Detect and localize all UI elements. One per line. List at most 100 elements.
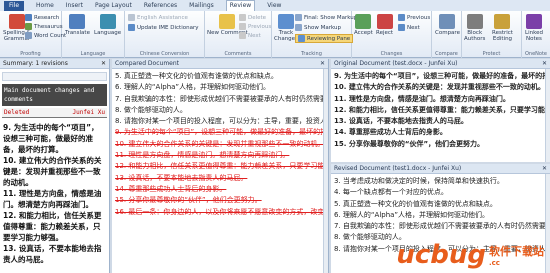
thesaurus-button[interactable]: Thesaurus <box>25 23 63 30</box>
english-assistance-button[interactable]: English Assistance <box>128 14 188 21</box>
document-line: 14. 尊重那些成功人士背后的身影。 <box>334 128 447 137</box>
document-line: 6. 理解人的“Alpha”人格，并理解如何驱动他们。 <box>334 210 490 219</box>
tab-mailings[interactable]: Mailings <box>189 2 214 9</box>
document-line: 13. 设真话，不要本能地去指责人的马屁。 <box>334 117 468 126</box>
tab-insert[interactable]: Insert <box>66 2 83 9</box>
tab-references[interactable]: References <box>144 2 177 9</box>
deleted-line: 16. 最后一条：你身边的人，以及你将来愿不愿意改变的方式，改变你。 <box>115 207 325 216</box>
tab-review[interactable]: Review <box>225 0 256 11</box>
document-line: 10. 建立伟大的合作关系的关键是：发现并重视那些不一致的动机。 <box>334 83 545 92</box>
compared-scrollbar[interactable] <box>323 69 328 273</box>
close-icon[interactable]: ✕ <box>101 60 106 67</box>
summary-line: 10. 建立伟大的合作关系的关键是：发现并重视那些不一致的动机。 <box>3 156 102 187</box>
proofing-group: Spelling & Grammar Research Thesaurus Wo… <box>0 11 66 58</box>
deleted-line: 15. 分享你最尊敬你的“伙伴”，他们会更努力。 <box>115 196 262 205</box>
language-icon <box>99 14 116 29</box>
block-authors-button[interactable]: Block Authors <box>464 14 485 42</box>
deleted-revision-header[interactable]: Deleted Junfei Xu <box>2 108 107 118</box>
language-button[interactable]: Language <box>94 14 121 36</box>
original-document-header: Original Document (test.docx - Junfei Xu… <box>331 59 550 69</box>
deleted-line: 10. 建立伟大的合作关系的关键是：发现并重视那些不一致的动机。 <box>115 139 325 148</box>
main-document-changes-header: Main document changes and comments <box>2 84 107 106</box>
previous-change-button[interactable]: Previous <box>398 14 430 21</box>
thesaurus-icon <box>25 23 32 30</box>
word-count-button[interactable]: Word Count <box>25 32 66 39</box>
english-assistance-icon <box>128 14 135 21</box>
ribbon: Spelling & Grammar Research Thesaurus Wo… <box>0 11 550 58</box>
show-markup-button[interactable]: Show Markup <box>295 24 341 31</box>
linked-notes-button[interactable]: Linked Notes <box>525 14 543 42</box>
update-ime-button[interactable]: Update IME Dictionary <box>128 24 198 31</box>
onenote-icon <box>525 14 542 29</box>
document-line: 7. 自我欺骗的本性：即使形成优越们不需要被要承的人有时仍然需要。 <box>115 94 325 103</box>
restrict-editing-button[interactable]: Restrict Editing <box>492 14 513 42</box>
tab-home[interactable]: Home <box>36 2 54 9</box>
document-line: 7. 自我欺骗的本性：即使形成优越们不需要被要承的人有时仍然需要。 <box>334 222 547 231</box>
onenote-group: Linked Notes OneNote <box>522 11 550 58</box>
compared-document-header: Compared Document ✕ <box>112 59 328 69</box>
next-comment-icon <box>239 32 246 39</box>
next-change-button[interactable]: Next <box>398 24 420 31</box>
deleted-line: 12. 和能力相比，信任关系更值得尊重：能力赖差关系，只要学习能力够强。 <box>115 162 325 171</box>
revised-document-pane: Revised Document (test1.docx - Junfei Xu… <box>331 164 550 273</box>
compare-group: Compare Compare <box>432 11 462 58</box>
compare-icon <box>439 14 456 29</box>
summary-line: 9. 为生活中的每个“项目”，设想三种可能，做最好的准备，最坏的打算。 <box>3 123 99 154</box>
close-icon[interactable]: ✕ <box>320 60 325 67</box>
show-markup-icon <box>295 24 302 31</box>
document-line: 15. 分享你最尊敬你的“伙伴”，他们会更努力。 <box>334 139 485 148</box>
reviewing-pane-button[interactable]: Reviewing Pane <box>295 34 354 43</box>
research-button[interactable]: Research <box>25 14 59 21</box>
compared-document-pane: Compared Document ✕ 5. 真正塑造一种文化的价值观有谁做的优… <box>112 59 329 273</box>
reviewing-pane-icon <box>298 35 305 42</box>
tab-view[interactable]: View <box>267 2 281 9</box>
previous-comment-icon <box>239 23 246 30</box>
research-icon <box>25 14 32 21</box>
markup-mode-select[interactable]: Final: Show Markup <box>295 14 357 21</box>
close-icon[interactable]: ✕ <box>542 165 547 172</box>
document-line: 4. 每一个缺点都有一个对应的优点。 <box>334 188 448 197</box>
summary-line: 12. 和能力相比，信任关系更值得尊重：能力赖差关系，只要学习能力够强。 <box>3 211 102 242</box>
document-line: 12. 和能力相比，信任关系更值得尊重：能力赖差关系，只要学习能力够强。 <box>334 105 547 114</box>
previous-change-icon <box>398 14 405 21</box>
document-line: 8. 做个能够驱动的人。 <box>115 105 187 114</box>
changes-group: Accept Reject Previous Next Changes <box>352 11 432 58</box>
summary-line: 11. 理性是方向盘，情感是油门。想清楚方向再踩油门。 <box>3 189 102 209</box>
block-authors-icon <box>466 14 483 29</box>
revision-summary-bar <box>2 72 107 81</box>
revised-document-header: Revised Document (test1.docx - Junfei Xu… <box>331 164 550 174</box>
close-icon[interactable]: ✕ <box>542 60 547 67</box>
chinese-conversion-group: English Assistance Update IME Dictionary… <box>125 11 205 58</box>
document-line: 6. 理解人的“Alpha”人格，并理解如何驱动他们。 <box>115 83 271 92</box>
tab-file[interactable]: File <box>4 0 25 11</box>
next-comment-button[interactable]: Next <box>239 32 261 39</box>
delete-comment-button[interactable]: Delete <box>239 14 266 21</box>
next-change-icon <box>398 24 405 31</box>
accept-button[interactable]: Accept <box>354 14 373 36</box>
reject-button[interactable]: Reject <box>376 14 393 36</box>
tracking-group: Track Changes Final: Show Markup Show Ma… <box>272 11 357 58</box>
summary-line: 13. 设真话，不要本能地去指责人的马屁。 <box>3 244 102 264</box>
deleted-line: 13. 设真话，不要本能地去指责人的马屁。 <box>115 173 248 182</box>
revised-scrollbar[interactable] <box>545 174 550 273</box>
reviewing-pane-header: Summary: 1 revisions ✕ <box>0 59 109 69</box>
deleted-line: 9. 为生活中的每个“项目”，设想三种可能，做最好的准备，最坏的打算。 <box>115 128 325 137</box>
new-comment-icon <box>219 14 236 29</box>
tab-page-layout[interactable]: Page Layout <box>95 2 132 9</box>
deleted-line: 14. 尊重那些成功人士背后的身影。 <box>115 184 227 193</box>
accept-icon <box>355 14 372 29</box>
language-group: Translate Language Language <box>62 11 125 58</box>
original-scrollbar[interactable] <box>545 69 550 162</box>
compare-button[interactable]: Compare <box>435 14 460 36</box>
word-count-icon <box>25 32 32 39</box>
translate-button[interactable]: Translate <box>65 14 90 36</box>
document-line: 11. 理性是方向盘，情感是油门。想清楚方向再踩油门。 <box>334 94 510 103</box>
markup-mode-icon <box>295 14 302 21</box>
previous-comment-button[interactable]: Previous <box>239 23 271 30</box>
comments-group: New Comment Delete Previous Next Comment… <box>205 11 272 58</box>
translate-icon <box>69 14 86 29</box>
abc-check-icon <box>8 14 25 29</box>
delete-comment-icon <box>239 14 246 21</box>
ime-dictionary-icon <box>128 24 135 31</box>
original-document-body: 9. 为生活中的每个“项目”，设想三种可能，做最好的准备，最坏的打算。 10. 建… <box>331 69 550 152</box>
